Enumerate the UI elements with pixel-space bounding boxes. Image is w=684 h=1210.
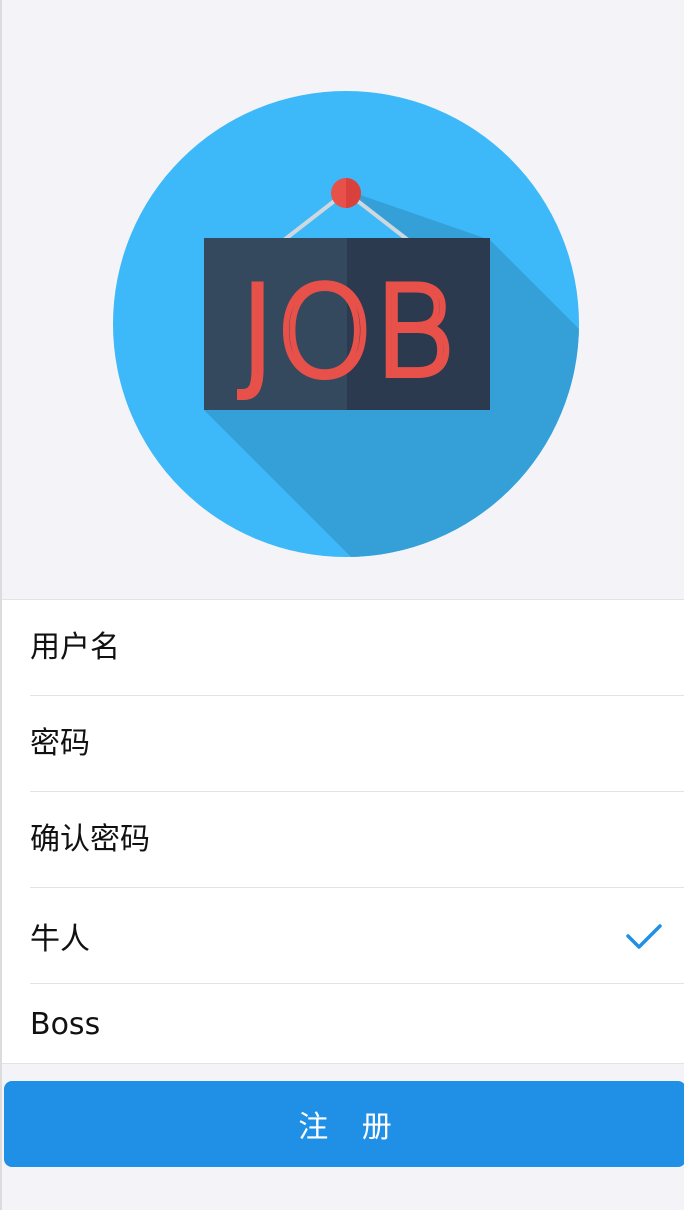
role-option-label: Boss: [30, 1006, 101, 1042]
job-sign-icon: JOB: [113, 91, 579, 557]
register-form: 牛人 Boss: [2, 599, 684, 1064]
confirm-password-input[interactable]: [30, 792, 684, 887]
confirm-password-row: [30, 792, 684, 888]
register-button[interactable]: 注 册: [4, 1081, 684, 1167]
password-row: [30, 696, 684, 792]
username-row: [30, 600, 684, 696]
role-option-talent[interactable]: 牛人: [30, 888, 684, 984]
username-input[interactable]: [30, 600, 684, 695]
password-input[interactable]: [30, 696, 684, 791]
role-option-boss[interactable]: Boss: [30, 984, 684, 1064]
logo-area: JOB: [2, 0, 684, 600]
checkmark-icon: [626, 923, 662, 949]
register-page: JOB 牛人 Boss 注 册: [0, 0, 684, 1210]
role-option-label: 牛人: [30, 921, 90, 957]
logo-text: JOB: [239, 261, 454, 405]
